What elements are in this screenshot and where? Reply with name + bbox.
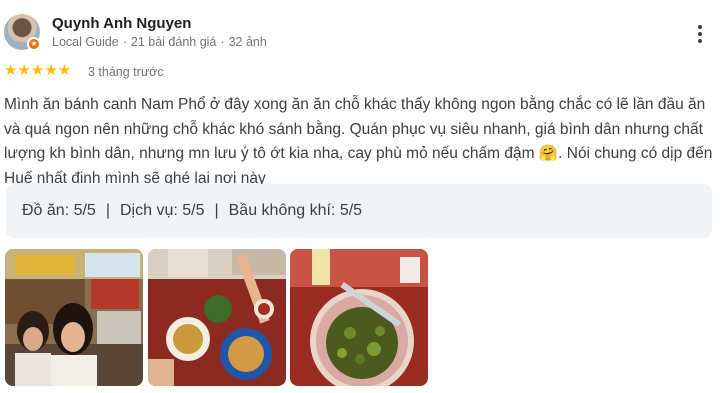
more-vert-icon[interactable] [688, 22, 712, 46]
review-photo-storefront[interactable] [5, 249, 143, 386]
meta-separator: · [220, 35, 225, 49]
service-rating: Dịch vụ: 5/5 [119, 202, 205, 219]
author-name[interactable]: Quynh Anh Nguyen [52, 15, 191, 32]
review-photo-chili-bowl[interactable] [290, 249, 428, 386]
author-meta: Local Guide · 21 bài đánh giá · 32 ảnh [52, 35, 267, 49]
rating-separator: | [105, 202, 110, 219]
rating-separator: | [214, 202, 219, 219]
photo-count: 32 ảnh [228, 35, 267, 49]
review-text: Mình ăn bánh canh Nam Phổ ở đây xong ăn … [4, 96, 713, 187]
review-count: 21 bài đánh giá [130, 35, 217, 49]
food-rating: Đồ ăn: 5/5 [22, 202, 96, 219]
review-time: 3 tháng trước [88, 65, 164, 79]
atmosphere-rating: Bầu không khí: 5/5 [228, 202, 363, 219]
local-guide-label: Local Guide [52, 35, 119, 49]
sub-ratings: Đồ ăn: 5/5 | Dịch vụ: 5/5 | Bầu không khí: 5… [6, 184, 712, 238]
local-guide-badge-icon: ★ [27, 37, 41, 51]
meta-separator: · [122, 35, 127, 49]
star-rating: ★★★★★ [4, 62, 72, 79]
review-photo-table[interactable] [148, 249, 286, 386]
